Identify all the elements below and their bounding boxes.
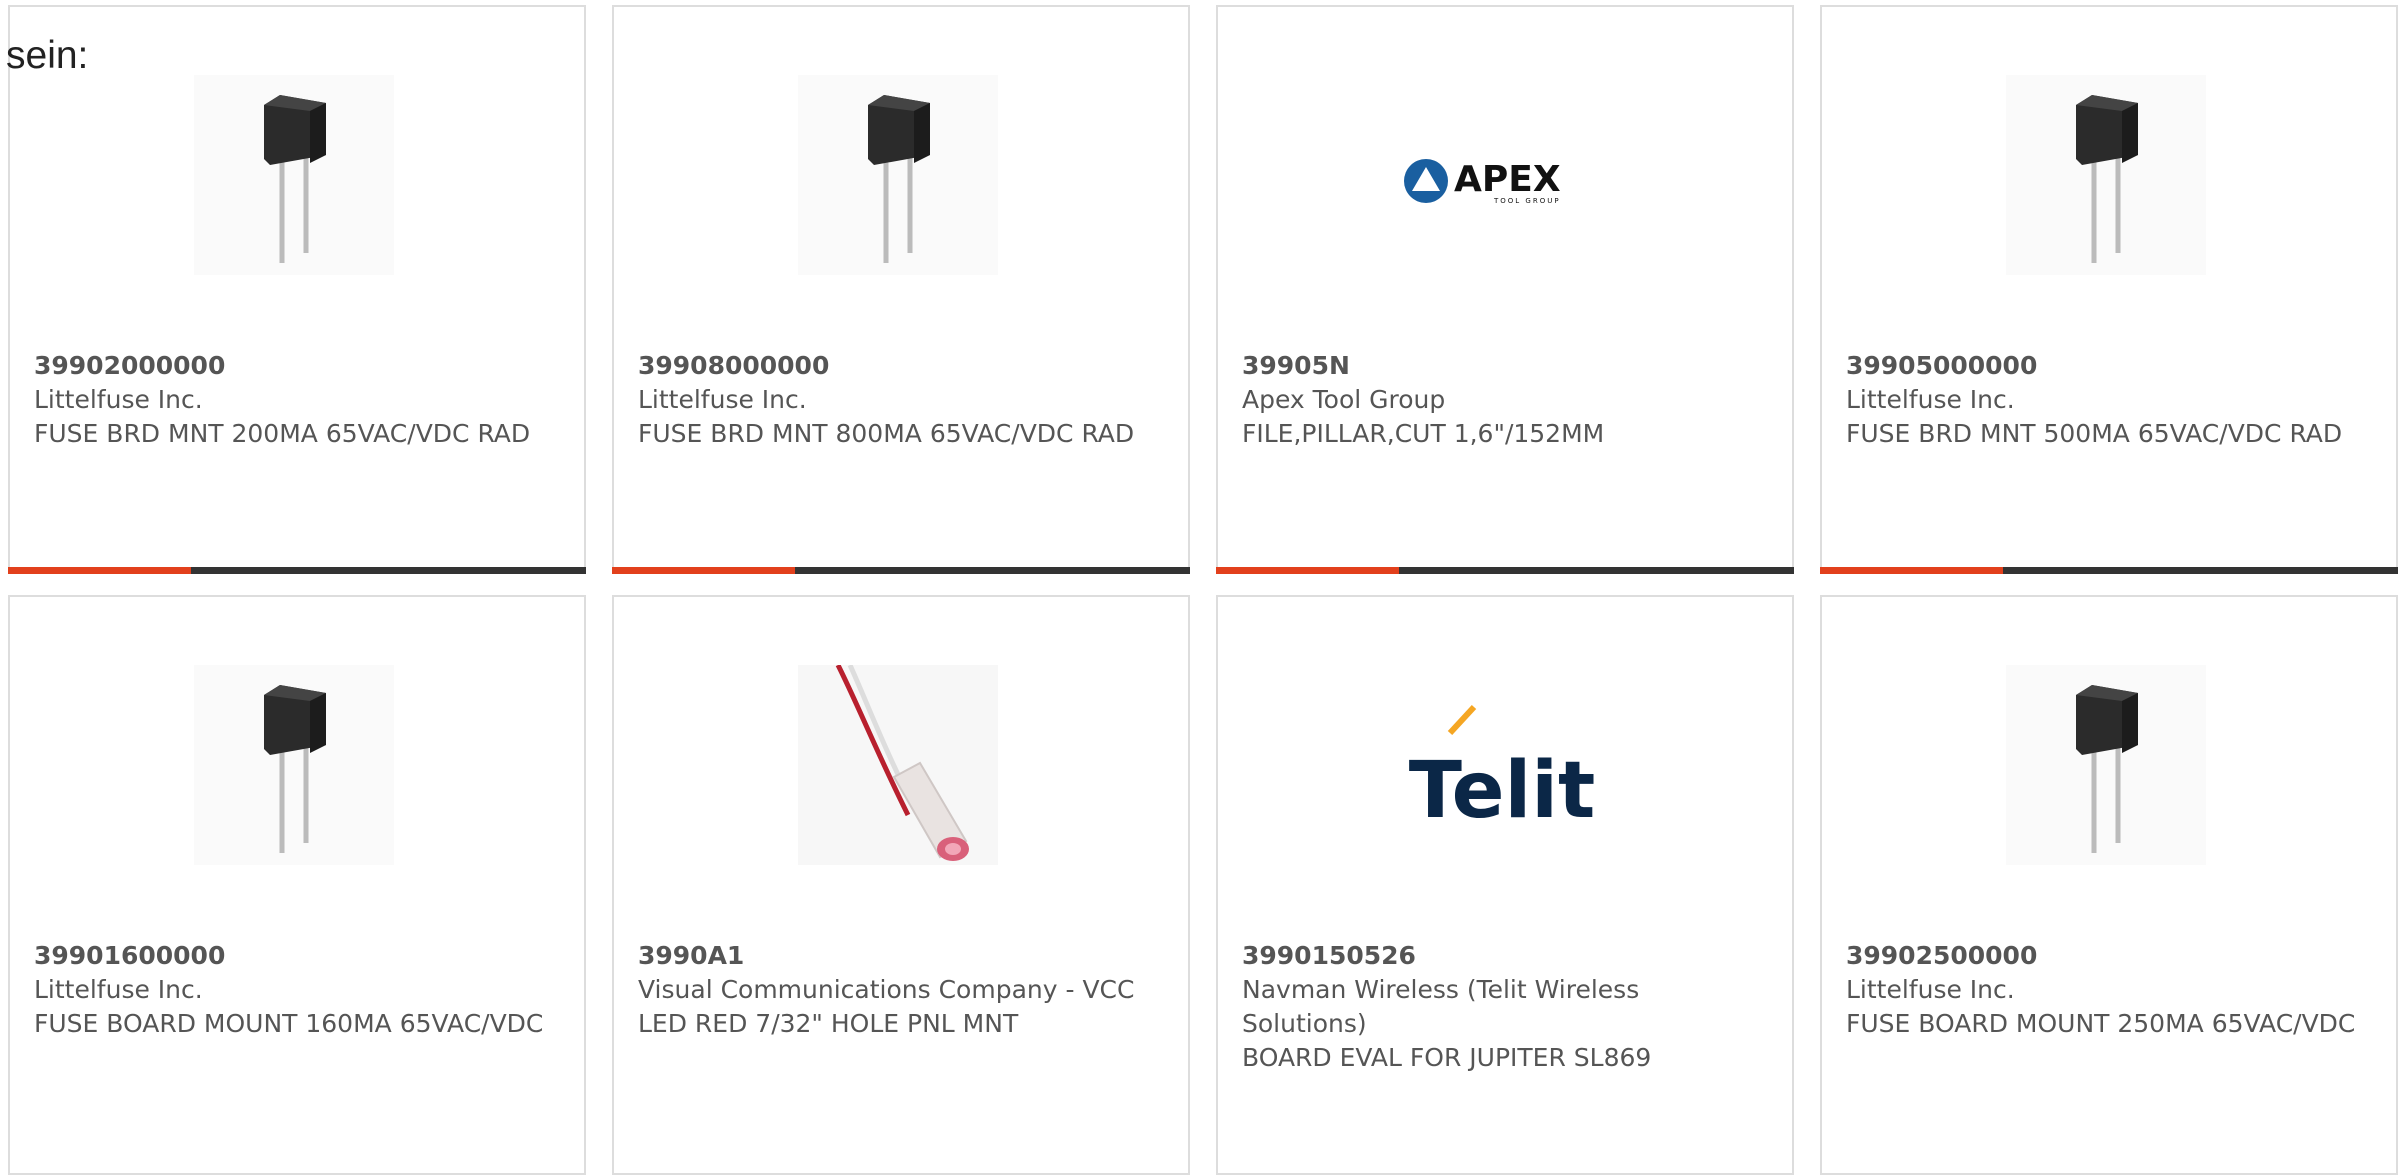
manufacturer-name: Littelfuse Inc. (638, 385, 807, 414)
part-number[interactable]: 39902500000 (1846, 939, 2372, 973)
panel-led-image[interactable] (798, 665, 998, 865)
manufacturer-name: Apex Tool Group (1242, 385, 1446, 414)
telit-logo[interactable]: Telit (1402, 665, 1602, 865)
product-description: FUSE BOARD MOUNT 250MA 65VAC/VDC (1846, 1009, 2356, 1038)
part-number[interactable]: 39905N (1242, 349, 1768, 383)
product-description: LED RED 7/32" HOLE PNL MNT (638, 1009, 1019, 1038)
part-number[interactable]: 3990A1 (638, 939, 1164, 973)
radial-fuse-image[interactable] (2006, 75, 2206, 275)
product-description: FUSE BRD MNT 200MA 65VAC/VDC RAD (34, 419, 531, 448)
product-description: FILE,PILLAR,CUT 1,6"/152MM (1242, 419, 1605, 448)
manufacturer-name: Navman Wireless (Telit Wireless Solution… (1242, 975, 1640, 1038)
product-card[interactable]: 3990A1 Visual Communications Company - V… (612, 595, 1190, 1175)
product-info: 39905N Apex Tool Group FILE,PILLAR,CUT 1… (1242, 349, 1768, 451)
product-description: FUSE BOARD MOUNT 160MA 65VAC/VDC (34, 1009, 544, 1038)
product-card[interactable]: 39905000000 Littelfuse Inc. FUSE BRD MNT… (1820, 5, 2398, 574)
product-card[interactable]: 39902500000 Littelfuse Inc. FUSE BOARD M… (1820, 595, 2398, 1175)
radial-fuse-image[interactable] (194, 75, 394, 275)
manufacturer-name: Littelfuse Inc. (34, 385, 203, 414)
apex-logo[interactable]: APEX TOOL GROUP (1402, 75, 1602, 275)
manufacturer-name: Littelfuse Inc. (1846, 975, 2015, 1004)
card-accent-bar (8, 567, 586, 574)
product-card[interactable]: Telit 3990150526 Navman Wireless (Telit … (1216, 595, 1794, 1175)
card-accent-bar (1820, 567, 2398, 574)
card-accent-bar (612, 567, 1190, 574)
part-number[interactable]: 39905000000 (1846, 349, 2372, 383)
product-info: 39902500000 Littelfuse Inc. FUSE BOARD M… (1846, 939, 2372, 1041)
part-number[interactable]: 39902000000 (34, 349, 560, 383)
radial-fuse-image[interactable] (798, 75, 998, 275)
product-info: 3990150526 Navman Wireless (Telit Wirele… (1242, 939, 1768, 1075)
product-info: 39908000000 Littelfuse Inc. FUSE BRD MNT… (638, 349, 1164, 451)
radial-fuse-image[interactable] (194, 665, 394, 865)
apex-logo-subtext: TOOL GROUP (1493, 197, 1561, 205)
manufacturer-name: Littelfuse Inc. (1846, 385, 2015, 414)
card-accent-bar (1216, 567, 1794, 574)
product-description: FUSE BRD MNT 800MA 65VAC/VDC RAD (638, 419, 1135, 448)
radial-fuse-image[interactable] (2006, 665, 2206, 865)
product-card[interactable]: APEX TOOL GROUP 39905N Apex Tool Group F… (1216, 5, 1794, 574)
product-info: 3990A1 Visual Communications Company - V… (638, 939, 1164, 1041)
product-card[interactable]: 39902000000 Littelfuse Inc. FUSE BRD MNT… (8, 5, 586, 574)
product-info: 39902000000 Littelfuse Inc. FUSE BRD MNT… (34, 349, 560, 451)
manufacturer-name: Visual Communications Company - VCC (638, 975, 1135, 1004)
part-number[interactable]: 3990150526 (1242, 939, 1768, 973)
product-info: 39905000000 Littelfuse Inc. FUSE BRD MNT… (1846, 349, 2372, 451)
product-card[interactable]: 39908000000 Littelfuse Inc. FUSE BRD MNT… (612, 5, 1190, 574)
apex-logo-text: APEX (1454, 159, 1561, 200)
part-number[interactable]: 39908000000 (638, 349, 1164, 383)
telit-logo-text: Telit (1409, 746, 1596, 836)
product-card[interactable]: 39901600000 Littelfuse Inc. FUSE BOARD M… (8, 595, 586, 1175)
part-number[interactable]: 39901600000 (34, 939, 560, 973)
manufacturer-name: Littelfuse Inc. (34, 975, 203, 1004)
product-description: FUSE BRD MNT 500MA 65VAC/VDC RAD (1846, 419, 2343, 448)
product-description: BOARD EVAL FOR JUPITER SL869 (1242, 1043, 1652, 1072)
product-grid: 39902000000 Littelfuse Inc. FUSE BRD MNT… (8, 5, 2400, 1175)
product-info: 39901600000 Littelfuse Inc. FUSE BOARD M… (34, 939, 560, 1041)
page-label: sein: (6, 34, 89, 77)
